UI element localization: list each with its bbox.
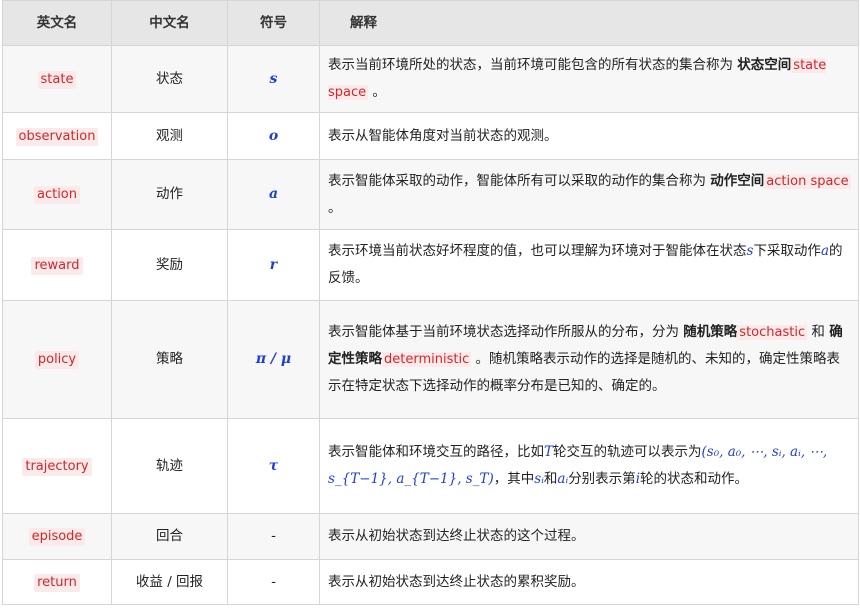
header-symbol: 符号 xyxy=(227,0,320,46)
explanation: 表示智能体和环境交互的路径，比如T轮交互的轨迹可以表示为(s₀, a₀, ⋯, … xyxy=(319,418,859,514)
header-chinese-name: 中文名 xyxy=(111,0,228,46)
chinese-term: 轨迹 xyxy=(111,418,228,514)
table-row: observation 观测 o 表示从智能体角度对当前状态的观测。 xyxy=(2,112,859,160)
header-english-name: 英文名 xyxy=(2,0,112,46)
chinese-term: 观测 xyxy=(111,112,228,160)
explanation: 表示从初始状态到达终止状态的累积奖励。 xyxy=(319,559,859,605)
table-row: policy 策略 π / μ 表示智能体基于当前环境状态选择动作所服从的分布，… xyxy=(2,300,859,419)
table-row: episode 回合 - 表示从初始状态到达终止状态的这个过程。 xyxy=(2,513,859,560)
english-term: return xyxy=(34,573,80,592)
english-term: trajectory xyxy=(22,457,92,476)
english-term: observation xyxy=(15,127,99,146)
symbol: s xyxy=(269,70,278,87)
english-term: action xyxy=(33,186,80,204)
chinese-term: 回合 xyxy=(111,513,228,560)
explanation: 表示智能体采取的动作，智能体所有可以采取的动作的集合称为 动作空间 action … xyxy=(319,159,859,230)
terms-table: 英文名 中文名 符号 解释 state 状态 s 表示当前环境所处的状态，当前环… xyxy=(2,0,859,605)
symbol: - xyxy=(227,559,320,605)
chinese-term: 收益 / 回报 xyxy=(111,559,228,605)
table-row: trajectory 轨迹 τ 表示智能体和环境交互的路径，比如T轮交互的轨迹可… xyxy=(2,418,859,514)
symbol: r xyxy=(269,256,278,273)
symbol: o xyxy=(268,127,279,144)
table-row: return 收益 / 回报 - 表示从初始状态到达终止状态的累积奖励。 xyxy=(2,559,859,605)
explanation: 表示环境当前状态好坏程度的值，也可以理解为环境对于智能体在状态s下采取动作a的反… xyxy=(319,229,859,301)
explanation: 表示智能体基于当前环境状态选择动作所服从的分布，分为 随机策略 stochasti… xyxy=(319,300,859,419)
symbol: - xyxy=(227,513,320,560)
chinese-term: 策略 xyxy=(111,300,228,419)
header-row: 英文名 中文名 符号 解释 xyxy=(2,0,859,46)
english-term: reward xyxy=(31,256,83,275)
explanation: 表示当前环境所处的状态，当前环境可能包含的所有状态的集合称为 状态空间 state… xyxy=(319,45,859,113)
chinese-term: 状态 xyxy=(111,45,228,113)
symbol: a xyxy=(268,186,279,202)
chinese-term: 奖励 xyxy=(111,229,228,301)
english-term: state xyxy=(37,70,77,89)
english-term: episode xyxy=(28,528,86,546)
table-row: reward 奖励 r 表示环境当前状态好坏程度的值，也可以理解为环境对于智能体… xyxy=(2,229,859,301)
english-term: policy xyxy=(34,351,80,369)
explanation: 表示从初始状态到达终止状态的这个过程。 xyxy=(319,513,859,560)
symbol: π / μ xyxy=(255,351,292,367)
explanation: 表示从智能体角度对当前状态的观测。 xyxy=(319,112,859,160)
chinese-term: 动作 xyxy=(111,159,228,230)
header-explanation: 解释 xyxy=(319,0,859,46)
symbol: τ xyxy=(268,457,279,474)
table-row: action 动作 a 表示智能体采取的动作，智能体所有可以采取的动作的集合称为… xyxy=(2,159,859,230)
table-row: state 状态 s 表示当前环境所处的状态，当前环境可能包含的所有状态的集合称… xyxy=(2,45,859,113)
